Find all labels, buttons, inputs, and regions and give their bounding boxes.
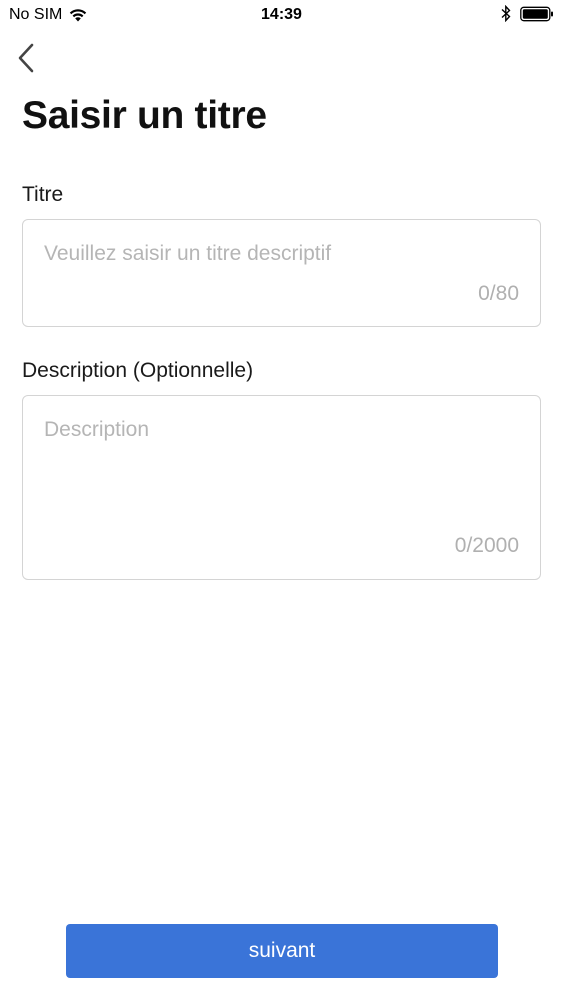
back-button[interactable] xyxy=(14,40,42,76)
description-input[interactable] xyxy=(44,418,514,518)
description-label: Description (Optionnelle) xyxy=(22,359,254,382)
status-bar: No SIM 14:39 xyxy=(0,0,563,30)
description-field[interactable]: 0/2000 xyxy=(22,395,541,580)
status-time: 14:39 xyxy=(261,6,302,23)
title-input[interactable] xyxy=(44,242,514,266)
description-char-counter: 0/2000 xyxy=(454,534,519,557)
page-title: Saisir un titre xyxy=(22,94,267,137)
title-field[interactable]: 0/80 xyxy=(22,219,541,327)
screen: No SIM 14:39 Saisir un titre Titre Veuil… xyxy=(0,0,563,1000)
battery-icon xyxy=(520,6,554,22)
chevron-left-icon xyxy=(18,43,34,73)
bluetooth-icon xyxy=(501,4,511,23)
status-right xyxy=(501,4,554,23)
title-char-counter: 0/80 xyxy=(478,282,519,305)
title-label: Titre xyxy=(22,183,64,206)
next-button[interactable]: suivant xyxy=(66,924,498,978)
